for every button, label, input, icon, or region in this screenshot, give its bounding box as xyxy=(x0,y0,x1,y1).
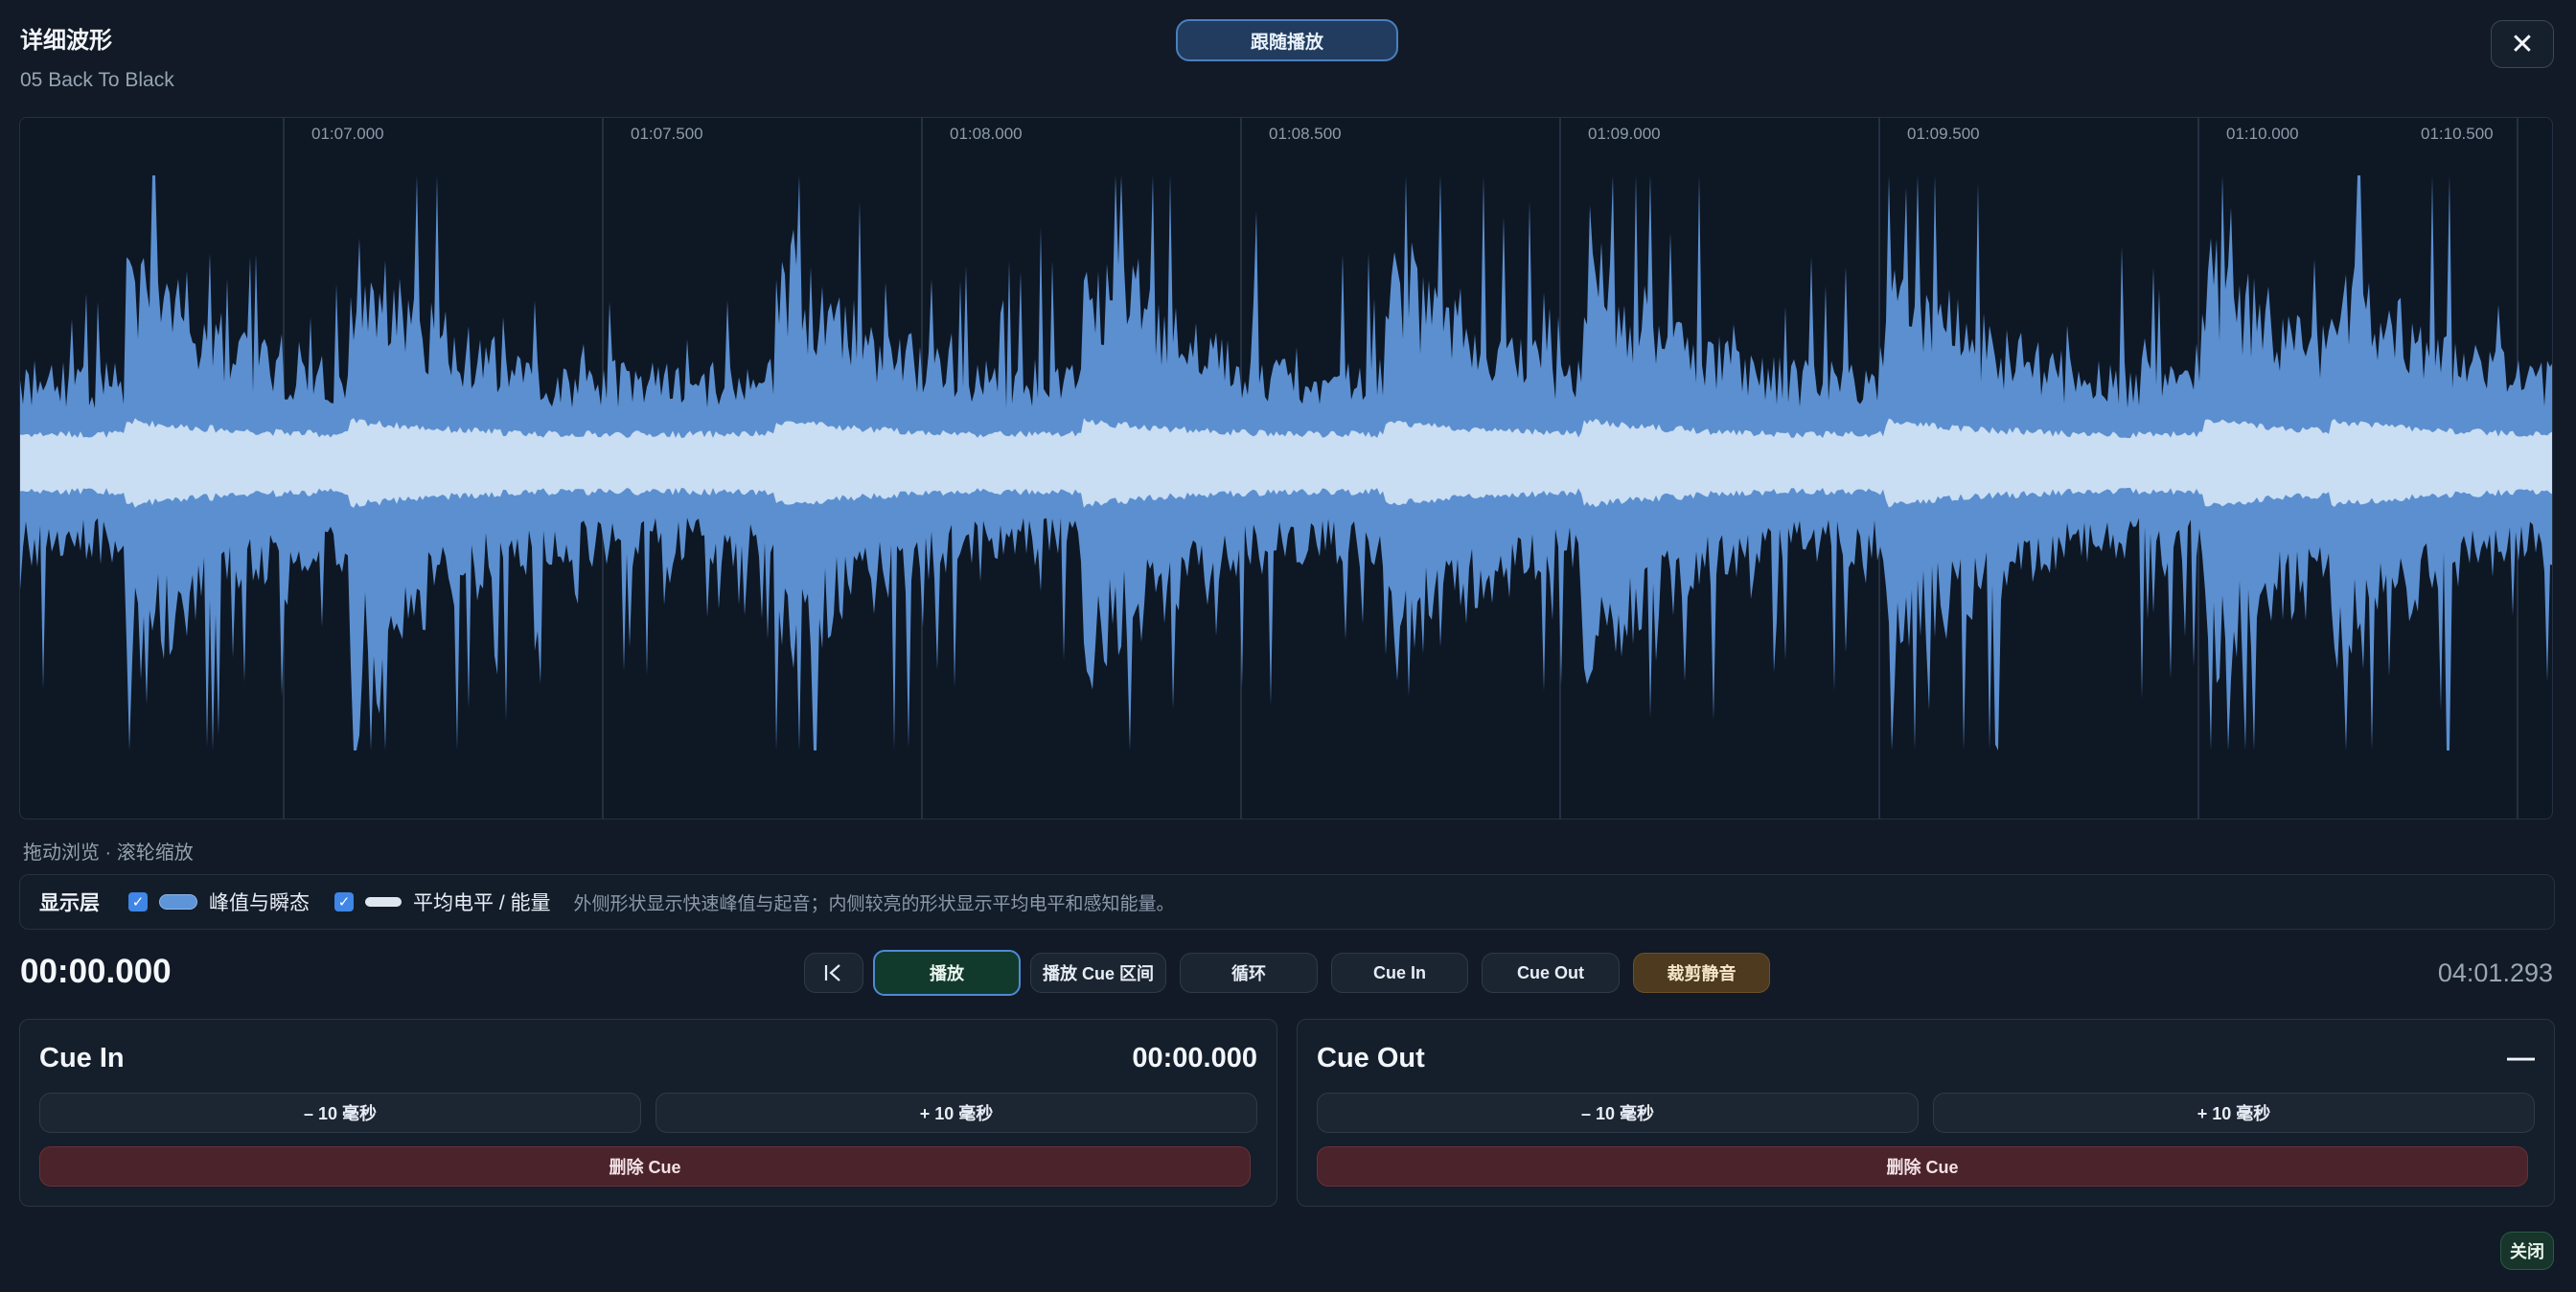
avg-layer-label: 平均电平 / 能量 xyxy=(413,892,551,914)
cue-out-value: — xyxy=(2507,1043,2535,1073)
close-icon[interactable]: ✕ xyxy=(2491,20,2554,68)
waveform-view[interactable]: 01:07.000 01:07.500 01:08.000 01:08.500 01:0… xyxy=(19,117,2553,819)
close-button[interactable]: 关闭 xyxy=(2500,1232,2554,1270)
trim-silence-button[interactable]: 裁剪静音 xyxy=(1633,953,1770,993)
time-tick-label: 01:08.000 xyxy=(950,125,1023,143)
total-duration: 04:01.293 xyxy=(2437,958,2553,987)
avg-swatch xyxy=(365,897,402,907)
cue-in-value: 00:00.000 xyxy=(1132,1043,1257,1073)
time-tick-label: 01:09.000 xyxy=(1588,125,1661,143)
dialog-title: 详细波形 xyxy=(20,28,112,54)
time-tick-label: 01:07.000 xyxy=(311,125,384,143)
cue-out-title: Cue Out xyxy=(1317,1043,1425,1073)
track-name: 05 Back To Black xyxy=(20,69,174,91)
current-time: 00:00.000 xyxy=(20,953,172,990)
display-layers-bar: 显示层 ✓ 峰值与瞬态 ✓ 平均电平 / 能量 外侧形状显示快速峰值与起音；内侧… xyxy=(19,874,2555,930)
cue-out-panel: Cue Out — – 10 毫秒 + 10 毫秒 删除 Cue xyxy=(1297,1019,2555,1207)
time-tick-label: 01:07.500 xyxy=(631,125,703,143)
time-tick-label: 01:10.000 xyxy=(2226,125,2299,143)
cue-out-plus-10ms-button[interactable]: + 10 毫秒 xyxy=(1933,1093,2535,1133)
cue-in-title: Cue In xyxy=(39,1043,125,1073)
delete-cue-in-button[interactable]: 删除 Cue xyxy=(39,1146,1251,1187)
waveform-canvas[interactable]: 01:07.000 01:07.500 01:08.000 01:08.500 01:0… xyxy=(20,118,2553,819)
layers-description: 外侧形状显示快速峰值与起音；内侧较亮的形状显示平均电平和感知能量。 xyxy=(573,893,1175,914)
cue-out-minus-10ms-button[interactable]: – 10 毫秒 xyxy=(1317,1093,1919,1133)
peak-swatch xyxy=(159,894,197,910)
cue-in-plus-10ms-button[interactable]: + 10 毫秒 xyxy=(656,1093,1257,1133)
skip-to-start-button[interactable] xyxy=(804,953,863,993)
cue-in-panel: Cue In 00:00.000 – 10 毫秒 + 10 毫秒 删除 Cue xyxy=(19,1019,1277,1207)
peak-layer-label: 峰值与瞬态 xyxy=(209,892,310,914)
time-tick-label: 01:09.500 xyxy=(1907,125,1980,143)
layers-title: 显示层 xyxy=(39,892,100,914)
set-cue-out-button[interactable]: Cue Out xyxy=(1482,953,1620,993)
cue-in-minus-10ms-button[interactable]: – 10 毫秒 xyxy=(39,1093,641,1133)
time-tick-label: 01:08.500 xyxy=(1269,125,1342,143)
avg-layer-checkbox[interactable]: ✓ xyxy=(334,892,354,911)
skip-to-start-icon xyxy=(824,964,840,981)
time-tick-label: 01:10.500 xyxy=(2421,125,2494,143)
follow-playback-button[interactable]: 跟随播放 xyxy=(1176,19,1398,61)
peak-layer-checkbox[interactable]: ✓ xyxy=(128,892,148,911)
delete-cue-out-button[interactable]: 删除 Cue xyxy=(1317,1146,2528,1187)
play-cue-range-button[interactable]: 播放 Cue 区间 xyxy=(1030,953,1166,993)
navigation-hint: 拖动浏览 · 滚轮缩放 xyxy=(23,842,194,864)
play-button[interactable]: 播放 xyxy=(873,950,1021,996)
set-cue-in-button[interactable]: Cue In xyxy=(1331,953,1468,993)
loop-button[interactable]: 循环 xyxy=(1180,953,1318,993)
